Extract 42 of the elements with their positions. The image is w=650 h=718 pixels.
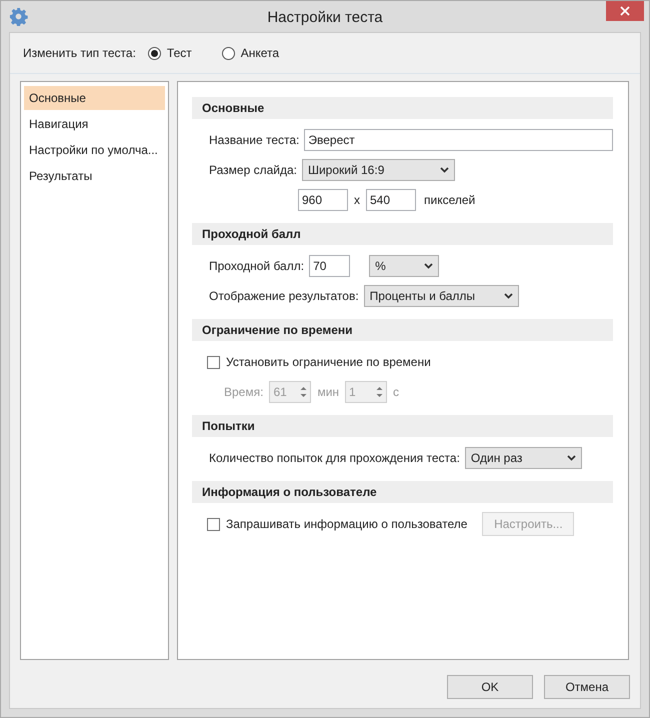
section-header: Информация о пользователе [192, 481, 613, 503]
dropdown[interactable]: % [369, 255, 440, 277]
caret-icon [440, 167, 449, 173]
unit-label: мин [317, 385, 340, 399]
separator-label: x [354, 193, 360, 207]
section-header: Попытки [192, 415, 613, 437]
field-label: Название теста: [209, 133, 300, 147]
input-field[interactable]: 540 [366, 189, 416, 211]
checkbox[interactable]: Запрашивать информацию о пользователе [207, 517, 468, 531]
input-field[interactable]: 70 [309, 255, 350, 277]
input-field[interactable]: 960 [298, 189, 348, 211]
sidebar-item[interactable]: Настройки по умолча... [24, 138, 165, 162]
dropdown[interactable]: Широкий 16:9 [302, 159, 455, 181]
section-header: Основные [192, 97, 613, 119]
dialog-button[interactable]: Отмена [544, 675, 630, 699]
field-label: Проходной балл: [209, 259, 304, 273]
caret-icon [504, 293, 513, 299]
settings-icon[interactable] [9, 7, 28, 26]
close-button[interactable] [606, 1, 644, 21]
checkbox[interactable]: Установить ограничение по времени [207, 355, 431, 369]
sidebar-item[interactable]: Навигация [24, 112, 165, 136]
section-header: Ограничение по времени [192, 319, 613, 341]
caret-icon [566, 455, 576, 461]
field-label: Количество попыток для прохождения теста: [209, 451, 460, 465]
dropdown[interactable]: Проценты и баллы [364, 285, 519, 307]
field-label: Размер слайда: [209, 163, 297, 177]
dropdown[interactable]: Один раз [464, 447, 582, 469]
radio-button[interactable]: Тест [148, 46, 192, 60]
caret-icon [424, 263, 434, 269]
sidebar-item[interactable]: Основные [24, 86, 165, 110]
unit-label: пикселей [424, 193, 476, 207]
window-title: Настройки теста [267, 8, 383, 26]
close-icon [620, 6, 630, 16]
type-label: Изменить тип теста: [23, 46, 136, 60]
radio-button[interactable]: Анкета [222, 46, 280, 60]
input-field[interactable]: Эверест [304, 129, 613, 151]
section-header: Проходной балл [192, 223, 613, 245]
field-label: Время: [224, 385, 264, 399]
field-label: Отображение результатов: [209, 289, 359, 303]
unit-label: с [393, 385, 400, 399]
dialog-button[interactable]: OK [447, 675, 533, 699]
sidebar-item[interactable]: Результаты [24, 164, 165, 188]
